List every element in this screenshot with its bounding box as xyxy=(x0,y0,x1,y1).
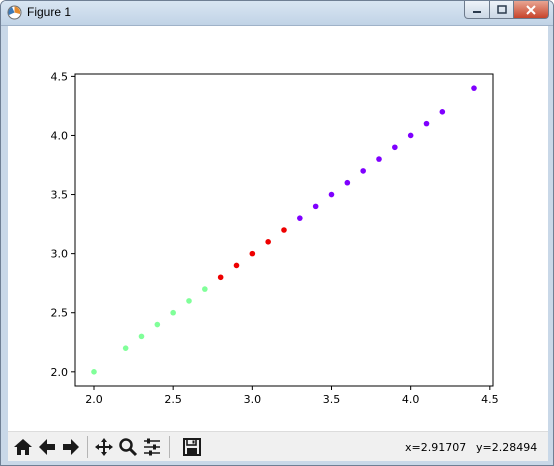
scatter-point xyxy=(312,203,319,210)
scatter-point xyxy=(376,156,382,162)
y-tick-label: 2.0 xyxy=(51,366,69,379)
scatter-point xyxy=(154,321,161,328)
scatter-point xyxy=(233,262,240,269)
window-frame-bottom xyxy=(1,461,553,465)
maximize-icon xyxy=(496,4,507,14)
close-icon xyxy=(526,4,536,15)
window-frame-right xyxy=(548,26,553,461)
y-tick-label: 3.0 xyxy=(51,248,69,261)
y-tick-label: 2.5 xyxy=(51,307,69,320)
figure-canvas[interactable]: 2.0 2.5 3.0 3.5 4.0 4.5 2.0 2.5 3.0 3.5 4.0 4.5 xyxy=(8,26,548,431)
toolbar-separator xyxy=(87,436,88,458)
figure-window: Figure 1 2.0 2.5 3.0 3.5 4.0 4.5 2.0 2.5 3.0 3.5 4… xyxy=(0,0,554,466)
scatter-point xyxy=(249,250,256,257)
scatter-point xyxy=(439,109,446,115)
title-bar[interactable]: Figure 1 xyxy=(1,1,553,26)
y-tick-label: 4.0 xyxy=(51,129,69,142)
scatter-point xyxy=(392,144,398,151)
y-coordinate-readout: y=2.28494 xyxy=(476,441,538,454)
arrow-left-icon xyxy=(39,439,55,455)
x-coordinate-readout: x=2.91707 xyxy=(405,441,467,454)
scatter-point xyxy=(265,239,271,245)
scatter-point xyxy=(202,286,208,292)
minimize-button[interactable] xyxy=(464,1,490,19)
scatter-point xyxy=(360,168,366,174)
scatter-point xyxy=(217,274,224,281)
app-icon xyxy=(7,5,22,20)
toolbar-separator xyxy=(169,436,170,458)
scatter-point xyxy=(91,369,97,375)
scatter-point xyxy=(297,215,303,221)
home-button[interactable] xyxy=(11,435,35,459)
x-tick-label: 4.5 xyxy=(481,393,499,406)
scatter-point xyxy=(281,227,287,233)
home-icon xyxy=(14,439,32,455)
x-tick-label: 3.0 xyxy=(244,393,262,406)
forward-button[interactable] xyxy=(59,435,83,459)
scatter-point xyxy=(344,179,351,186)
move-icon xyxy=(95,438,113,456)
zoom-button[interactable] xyxy=(116,435,140,459)
magnifier-icon xyxy=(119,438,138,457)
floppy-disk-icon xyxy=(183,438,201,456)
x-tick-label: 2.5 xyxy=(164,393,182,406)
scatter-point xyxy=(138,333,145,340)
scatter-point xyxy=(328,191,335,198)
scatter-point xyxy=(170,309,176,316)
scatter-point xyxy=(407,132,414,139)
scatter-plot: 2.0 2.5 3.0 3.5 4.0 4.5 2.0 2.5 3.0 3.5 4.0 4.5 xyxy=(51,70,499,406)
y-tick-label: 4.5 xyxy=(51,70,69,83)
window-frame-left xyxy=(1,26,8,461)
arrow-right-icon xyxy=(63,439,79,455)
scatter-point xyxy=(122,345,129,351)
scatter-point xyxy=(471,85,477,91)
save-button[interactable] xyxy=(180,435,204,459)
x-tick-label: 2.0 xyxy=(85,393,103,406)
pan-button[interactable] xyxy=(92,435,116,459)
scatter-point xyxy=(423,120,430,127)
y-tick-label: 3.5 xyxy=(51,189,69,202)
configure-subplots-button[interactable] xyxy=(140,435,164,459)
window-title: Figure 1 xyxy=(27,5,72,19)
close-button[interactable] xyxy=(513,1,549,19)
minimize-icon xyxy=(473,10,481,13)
x-tick-label: 4.0 xyxy=(402,393,420,406)
maximize-button[interactable] xyxy=(489,1,514,19)
scatter-point xyxy=(186,298,192,304)
navigation-toolbar: x=2.91707 y=2.28494 xyxy=(8,431,548,462)
x-tick-label: 3.5 xyxy=(323,393,341,406)
sliders-icon xyxy=(144,438,160,456)
back-button[interactable] xyxy=(35,435,59,459)
